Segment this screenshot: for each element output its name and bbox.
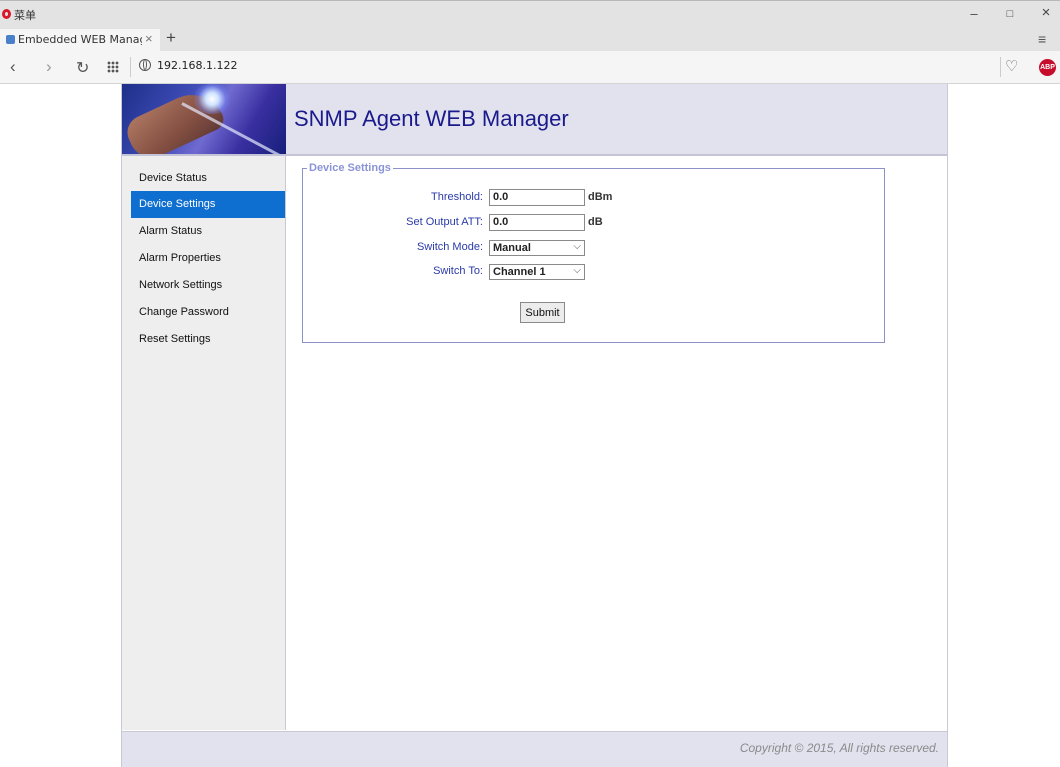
sidebar-item-device-settings[interactable]: Device Settings [131,191,285,218]
threshold-input[interactable]: 0.0 [489,189,585,206]
device-settings-legend: Device Settings [309,162,391,174]
tab-strip: Embedded WEB Manage × + ≡ [0,28,1060,51]
banner-glow [192,84,232,114]
switch-mode-select[interactable]: Manual ⌵ [489,240,585,256]
reload-icon[interactable]: ↻ [76,58,89,78]
forward-icon[interactable]: › [46,57,52,77]
sidebar-item-alarm-status[interactable]: Alarm Status [131,218,285,245]
output-att-input[interactable]: 0.0 [489,214,585,231]
switch-to-value: Channel 1 [493,266,546,278]
main-content: Device Settings Threshold: 0.0 dBm Set O… [287,156,947,730]
copyright-text: Copyright © 2015, All rights reserved. [739,741,939,755]
tab-title: Embedded WEB Manage [18,33,142,46]
opera-logo-icon[interactable] [2,9,11,19]
chevron-down-icon: ⌵ [573,265,581,276]
page-footer: Copyright © 2015, All rights reserved. [122,731,947,767]
submit-button[interactable]: Submit [520,302,565,323]
minimize-button[interactable]: – [964,6,984,21]
switch-mode-value: Manual [493,242,531,254]
globe-icon[interactable] [139,59,151,71]
close-window-button[interactable]: × [1036,4,1056,21]
new-tab-icon[interactable]: + [166,28,176,48]
page-title: SNMP Agent WEB Manager [294,106,569,131]
sidebar-item-device-status[interactable]: Device Status [131,165,285,192]
output-att-unit: dB [588,216,603,228]
threshold-label: Threshold: [431,191,483,203]
url-separator-right [1000,57,1001,77]
switch-to-select[interactable]: Channel 1 ⌵ [489,264,585,280]
maximize-button[interactable]: □ [1000,8,1020,20]
sidebar-item-network-settings[interactable]: Network Settings [131,272,285,299]
page-frame: SNMP Agent WEB Manager Device Status Dev… [121,84,948,767]
url-field[interactable]: 192.168.1.122 [157,59,237,72]
page-favicon-icon [6,35,15,44]
speed-dial-icon[interactable] [107,61,119,73]
header-banner-image [122,84,286,154]
device-settings-fieldset: Device Settings Threshold: 0.0 dBm Set O… [302,162,885,343]
output-att-label: Set Output ATT: [406,216,483,228]
sidebar-item-change-password[interactable]: Change Password [131,299,285,326]
address-bar: ‹ › ↻ 192.168.1.122 ♡ ABP [0,51,1060,84]
sidebar-nav: Device Status Device Settings Alarm Stat… [122,156,286,730]
sidebar-item-alarm-properties[interactable]: Alarm Properties [131,245,285,272]
close-tab-icon[interactable]: × [145,31,153,46]
page-header: SNMP Agent WEB Manager [122,84,947,154]
threshold-unit: dBm [588,191,613,203]
switch-to-label: Switch To: [433,265,483,277]
url-separator [130,57,131,77]
tab-menu-icon[interactable]: ≡ [1038,31,1046,47]
chevron-down-icon: ⌵ [573,241,581,252]
sidebar-item-reset-settings[interactable]: Reset Settings [131,326,285,353]
browser-menu-label[interactable]: 菜单 [14,7,36,23]
switch-mode-label: Switch Mode: [416,241,483,253]
adblock-icon[interactable]: ABP [1039,59,1056,76]
heart-icon[interactable]: ♡ [1005,57,1018,75]
back-icon[interactable]: ‹ [10,57,16,77]
browser-titlebar: 菜单 – □ × [0,0,1060,29]
browser-tab[interactable]: Embedded WEB Manage × [0,29,160,51]
page-viewport: SNMP Agent WEB Manager Device Status Dev… [0,84,1060,767]
